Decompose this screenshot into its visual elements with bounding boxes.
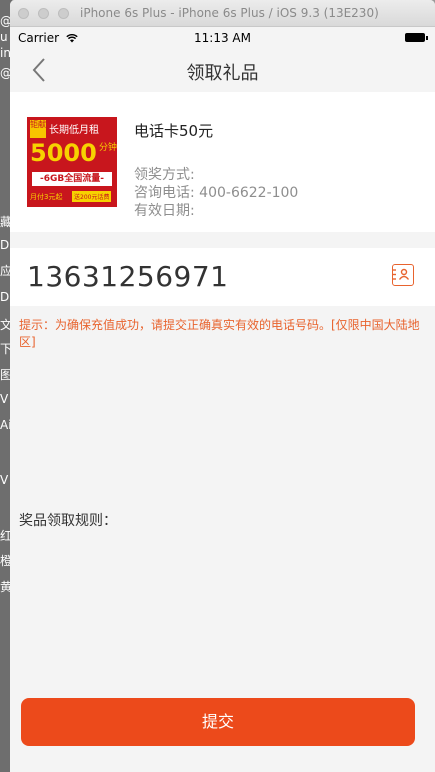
- phone-hint: 提示：为确保充值成功，请提交正确真实有效的电话号码。[仅限中国大陆地区]: [19, 318, 420, 349]
- rules-label: 奖品领取规则：: [19, 513, 117, 529]
- clock: 11:13 AM: [194, 31, 251, 45]
- window-titlebar: iPhone 6s Plus - iPhone 6s Plus / iOS 9.…: [10, 0, 435, 27]
- minimize-window-button[interactable]: [38, 8, 49, 19]
- prize-image-unit: 分钟: [99, 143, 117, 153]
- prize-image-footer-right: 送200元话费: [72, 191, 112, 202]
- prize-name: 电话卡50元: [134, 122, 214, 140]
- submit-button[interactable]: 提交: [21, 698, 415, 746]
- window-title: iPhone 6s Plus - iPhone 6s Plus / iOS 9.…: [80, 6, 379, 20]
- prize-method: 领奖方式:: [134, 167, 195, 183]
- page-title: 领取礼品: [186, 63, 259, 84]
- prize-image-band: -6GB全国流量-: [32, 172, 112, 186]
- battery-icon: [405, 33, 428, 42]
- close-window-button[interactable]: [18, 8, 29, 19]
- phone-input-row: 13631256971: [10, 248, 435, 306]
- prize-image-number: 5000: [30, 139, 97, 167]
- prize-image: 钜献 长期低月租 5000 分钟 -6GB全国流量- 月付3元起 送200元话费: [27, 117, 117, 207]
- phone-input[interactable]: 13631256971: [27, 260, 228, 293]
- contact-book-icon[interactable]: [392, 264, 414, 286]
- prize-image-tag: 钜献: [30, 120, 46, 138]
- prize-image-headline: 长期低月租: [49, 125, 99, 136]
- nav-bar: 领取礼品: [10, 49, 435, 92]
- zoom-window-button[interactable]: [58, 8, 69, 19]
- status-bar: Carrier 11:13 AM: [10, 27, 435, 49]
- simulator-window: iPhone 6s Plus - iPhone 6s Plus / iOS 9.…: [10, 0, 435, 772]
- prize-card: 钜献 长期低月租 5000 分钟 -6GB全国流量- 月付3元起 送200元话费…: [10, 92, 435, 232]
- prize-image-footer-left: 月付3元起: [30, 193, 63, 201]
- prize-expiry: 有效日期:: [134, 203, 195, 219]
- prize-phone: 咨询电话: 400-6622-100: [134, 185, 299, 201]
